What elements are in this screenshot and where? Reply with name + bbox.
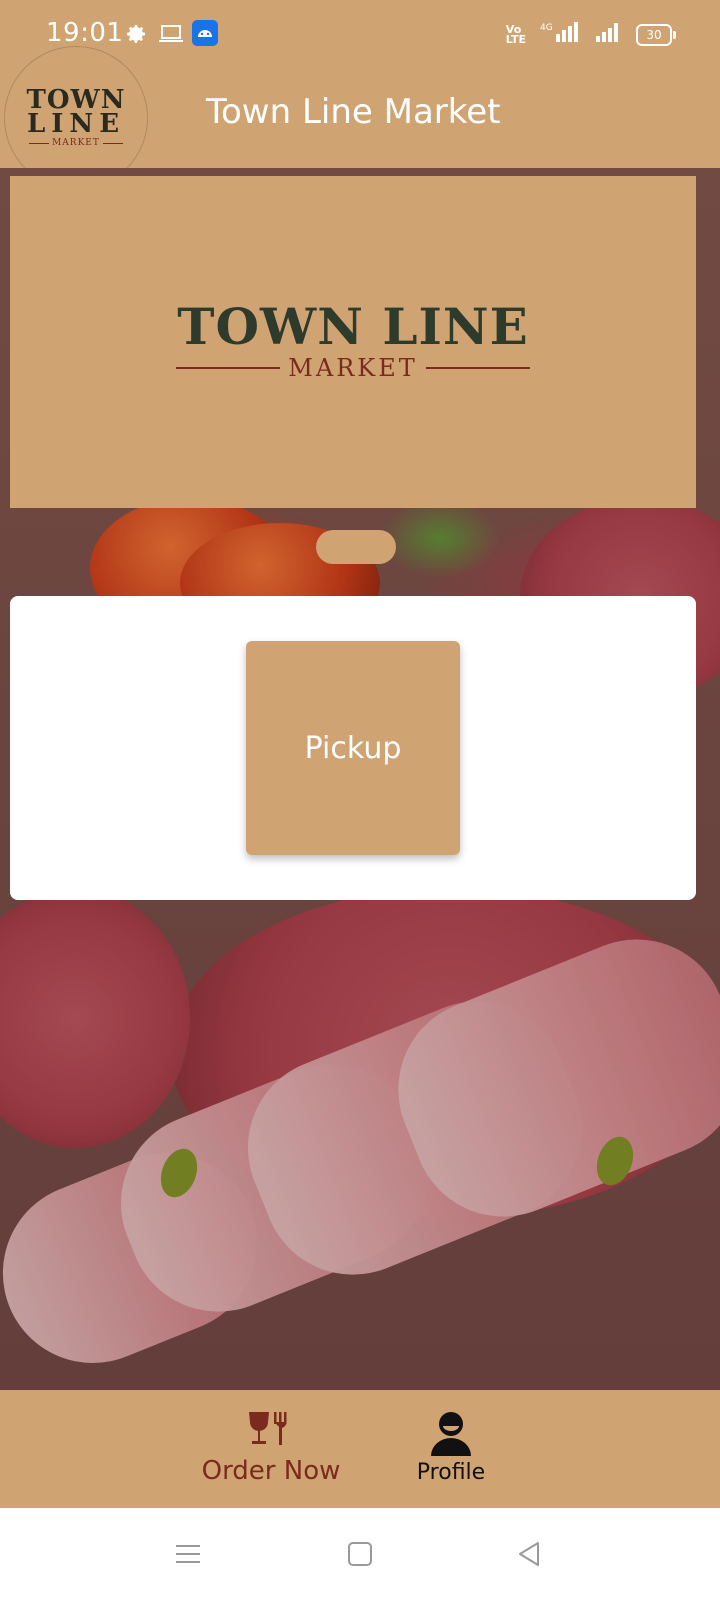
logo-line2: LINE [26,109,126,139]
banner-subtitle: MARKET [176,354,530,382]
banner-rule-right [425,367,530,369]
nav-order-now-label: Order Now [201,1456,341,1486]
app-title: Town Line Market [206,92,501,132]
nav-profile[interactable]: Profile [406,1390,496,1508]
status-time: 19:01 [46,18,124,48]
nav-order-now[interactable]: Order Now [196,1390,346,1508]
person-icon [428,1410,474,1456]
logo-sub: MARKET [29,138,123,148]
wine-fork-icon [247,1410,295,1450]
banner-subtitle-text: MARKET [288,354,418,382]
battery-icon: 30 [636,23,676,46]
hero-banner: TOWN LINE MARKET [10,176,696,508]
nav-profile-label: Profile [416,1460,486,1485]
banner-title: TOWN LINE [177,297,529,356]
home-square-icon[interactable] [346,1540,374,1573]
bottom-nav: Order Now Profile [0,1390,720,1508]
volte-icon: Vo LTE [505,22,526,46]
svg-text:4G: 4G [540,23,553,33]
pickup-button[interactable]: Pickup [246,641,460,855]
gear-icon [124,22,148,51]
menu-icon[interactable] [174,1540,202,1573]
main-content: TOWN LINE MARKET Pickup [0,168,720,1390]
laptop-icon [158,22,184,51]
signal-4g-icon: 4G [540,20,580,49]
app-bar: TOWN LINE MARKET Town Line Market [0,46,720,190]
carousel-indicator [316,530,396,564]
android-icon [192,20,218,51]
signal-icon [594,20,622,49]
back-triangle-icon[interactable] [516,1540,544,1573]
banner-rule-left [176,367,281,369]
order-type-card: Pickup [10,596,696,900]
banner-logo: TOWN LINE MARKET [176,297,530,382]
system-nav [0,1508,720,1600]
